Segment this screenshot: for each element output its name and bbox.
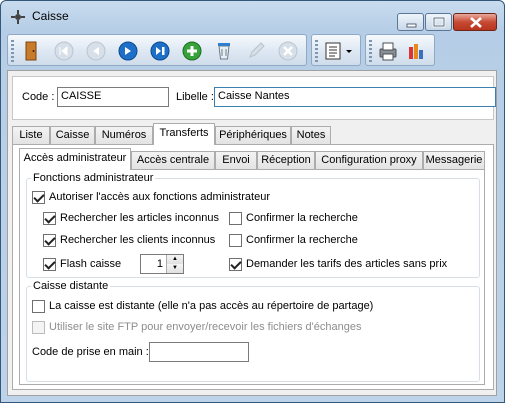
libelle-input[interactable]: Caisse Nantes [214,87,496,107]
toolbar-group-list [311,34,361,66]
allow-admin-checkbox[interactable] [32,191,45,204]
prise-en-main-input[interactable] [149,342,249,362]
caisse-distante-checkbox[interactable] [32,300,45,313]
print-icon [379,42,397,61]
toolbar-grip[interactable] [369,40,372,62]
code-input[interactable]: CAISSE [57,87,169,107]
edit-record-icon [249,42,265,58]
sub-tabs: Accès administrateur Accès centrale Envo… [19,148,485,170]
toolbar-grip[interactable] [315,40,318,62]
list-dropdown-button[interactable] [322,39,356,63]
previous-record-button[interactable] [84,39,108,63]
toolbar-grip[interactable] [11,40,14,62]
caisse-window: Caisse Code: CAISSE Libelle: Caisse Na… [0,0,505,403]
main-tabs: Liste Caisse Numéros Transferts Périphér… [12,123,494,145]
code-label: Code : [22,91,55,103]
admin-functions-legend: Fonctions administrateur [33,172,154,184]
tab-notes[interactable]: Notes [291,126,331,144]
exit-button[interactable] [19,39,43,63]
libelle-label: Libelle : [176,91,214,103]
tab-messagerie[interactable]: Messagerie [423,151,485,169]
toolbar [7,34,497,66]
tab-acces-centrale[interactable]: Accès centrale [131,151,215,169]
minimize-button[interactable] [397,13,424,31]
flash-caisse-label: Flash caisse [60,258,122,270]
tab-peripheriques[interactable]: Périphériques [215,126,291,144]
title-bar[interactable]: Caisse [1,1,504,31]
print-button[interactable] [376,39,400,63]
delete-record-button[interactable] [212,39,236,63]
minimize-icon [406,23,417,28]
tab-configuration-proxy[interactable]: Configuration proxy [315,151,423,169]
close-button[interactable] [453,13,497,31]
add-record-button[interactable] [180,39,204,63]
tab-liste[interactable]: Liste [12,126,50,144]
flash-caisse-value: 1 [156,258,163,270]
window-title: Caisse [32,9,69,23]
list-dropdown-icon [325,42,352,60]
demander-tarifs-label: Demander les tarifs des articles sans pr… [246,258,448,270]
stepper-down-button[interactable]: ▼ [167,264,183,273]
maximize-button[interactable] [425,13,452,31]
previous-record-icon [86,41,106,61]
caisse-distante-label: La caisse est distante (elle n'a pas acc… [49,300,374,312]
confirm-clients-checkbox[interactable] [229,234,242,247]
add-record-icon [182,41,202,61]
tab-caisse[interactable]: Caisse [50,126,95,144]
content-area: Code : CAISSE Libelle : Caisse Nantes Li… [7,70,497,396]
last-record-button[interactable] [148,39,172,63]
maximize-icon [432,16,446,28]
last-record-icon [150,41,170,61]
header-panel: Code : CAISSE Libelle : Caisse Nantes [12,76,496,120]
ftp-label: Utiliser le site FTP pour envoyer/recevo… [49,321,362,333]
confirm-articles-checkbox[interactable] [229,212,242,225]
next-record-button[interactable] [116,39,140,63]
search-clients-checkbox[interactable] [43,234,56,247]
flash-caisse-stepper[interactable]: 1 ▲ ▼ [140,254,184,274]
search-clients-label: Rechercher les clients inconnus [60,234,216,246]
acces-administrateur-panel: Fonctions administrateur Autoriser l'acc… [19,169,485,385]
demander-tarifs-checkbox[interactable] [229,258,242,271]
remote-caisse-legend: Caisse distante [33,280,109,292]
tab-numeros[interactable]: Numéros [95,126,153,144]
flash-caisse-checkbox[interactable] [43,258,56,271]
statistics-button[interactable] [404,39,428,63]
confirm-clients-label: Confirmer la recherche [246,234,358,246]
close-icon [470,17,482,28]
delete-record-icon [218,43,230,60]
search-articles-checkbox[interactable] [43,212,56,225]
first-record-button[interactable] [52,39,76,63]
search-articles-label: Rechercher les articles inconnus [60,212,219,224]
cancel-record-icon [278,41,298,61]
next-record-icon [118,41,138,61]
tab-transferts[interactable]: Transferts [153,123,215,145]
cancel-record-button[interactable] [276,39,300,63]
first-record-icon [54,41,74,61]
toolbar-group-print [365,34,435,66]
prise-en-main-label: Code de prise en main : [32,346,149,358]
ftp-checkbox [32,321,45,334]
confirm-articles-label: Confirmer la recherche [246,212,358,224]
tab-reception[interactable]: Réception [257,151,315,169]
tab-acces-administrateur[interactable]: Accès administrateur [19,148,131,170]
statistics-icon [409,44,423,59]
toolbar-group-navigation [7,34,307,66]
exit-door-icon [25,41,37,61]
transferts-panel: Accès administrateur Accès centrale Envo… [12,144,494,390]
app-icon [11,10,25,24]
edit-record-button[interactable] [244,39,268,63]
allow-admin-label: Autoriser l'accès aux fonctions administ… [49,191,270,203]
tab-envoi[interactable]: Envoi [215,151,257,169]
stepper-arrows: ▲ ▼ [166,255,183,273]
